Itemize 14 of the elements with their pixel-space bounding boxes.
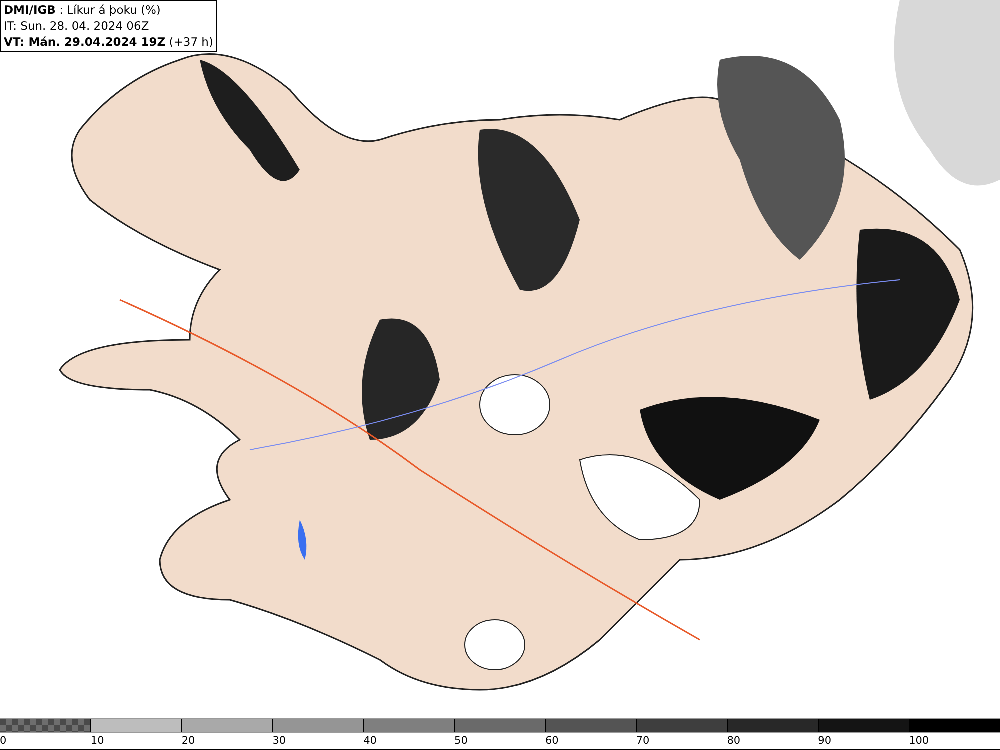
map-title: DMI/IGB : Líkur á þoku (%): [4, 2, 162, 18]
legend-label: 90: [818, 734, 833, 749]
valid-time: VT: Mán. 29.04.2024 19Z (+37 h): [4, 34, 214, 50]
legend-label: 50: [454, 734, 469, 749]
legend-label: 20: [182, 734, 196, 749]
legend-label: 40: [364, 734, 378, 749]
legend-label: 80: [727, 734, 742, 749]
legend-label: 70: [636, 734, 651, 749]
legend-label: 30: [272, 734, 288, 749]
issue-time: IT: Sun. 28. 04. 2024 06Z: [4, 18, 150, 34]
legend-label: 100: [909, 734, 930, 749]
legend-label: 10: [90, 734, 106, 749]
legend-label: 60: [545, 734, 560, 749]
legend-label: 0: [0, 734, 8, 749]
